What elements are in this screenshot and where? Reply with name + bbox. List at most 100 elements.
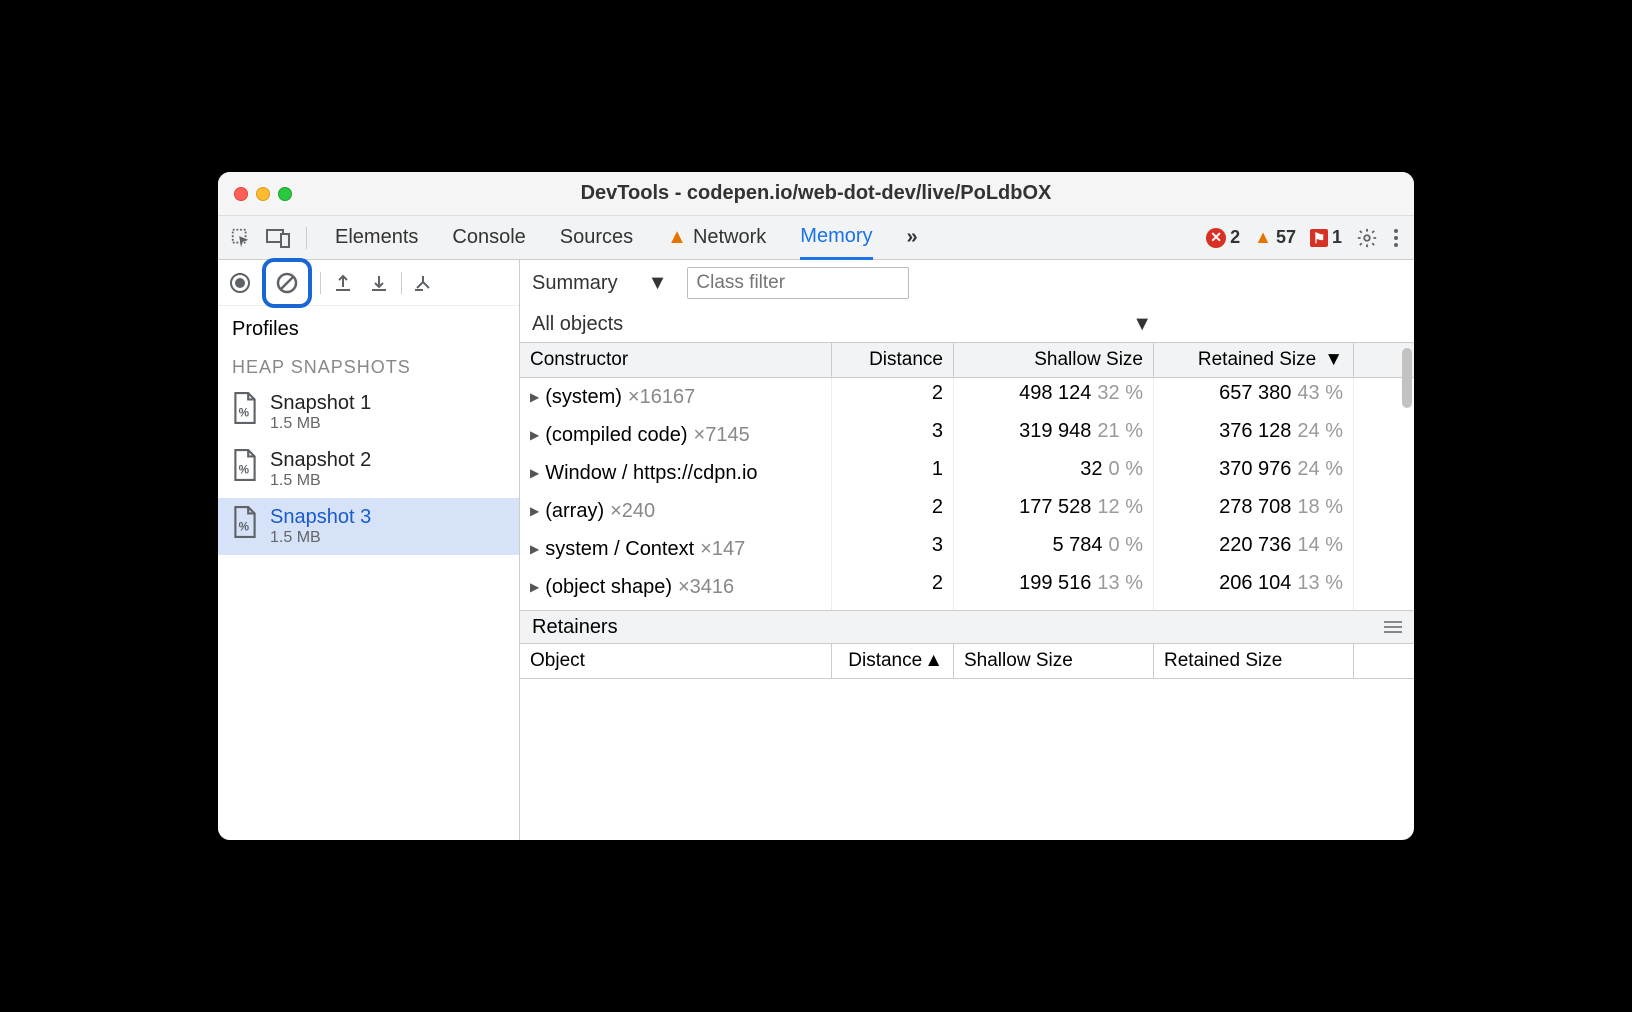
snapshot-item-2[interactable]: % Snapshot 2 1.5 MB [218, 441, 519, 498]
table-row[interactable]: ▶ system / Context ×147 3 5 7840 % 220 7… [520, 530, 1414, 568]
table-row[interactable]: ▶ (system) ×16167 2 498 12432 % 657 3804… [520, 378, 1414, 416]
snapshot-name: Snapshot 2 [270, 449, 371, 472]
error-count[interactable]: ✕ 2 [1206, 227, 1240, 248]
retained-cell: 370 97624 % [1154, 454, 1354, 492]
titlebar: DevTools - codepen.io/web-dot-dev/live/P… [218, 172, 1414, 216]
warning-count[interactable]: ▲ 57 [1254, 227, 1296, 248]
snapshot-item-3[interactable]: % Snapshot 3 1.5 MB [218, 498, 519, 555]
retained-cell: 220 73614 % [1154, 530, 1354, 568]
profiles-label: Profiles [218, 306, 519, 351]
constructor-table-header: Constructor Distance Shallow Size Retain… [520, 342, 1414, 378]
col-distance[interactable]: Distance ▲ [832, 644, 954, 678]
device-toggle-icon[interactable] [266, 228, 292, 248]
tab-network[interactable]: ▲ Network [667, 216, 766, 260]
distance-cell: 2 [832, 492, 954, 530]
col-retained[interactable]: Retained Size ▼ [1154, 343, 1354, 377]
expand-icon[interactable]: ▶ [530, 466, 539, 480]
tab-list: Elements Console Sources ▲ Network Memor… [335, 216, 918, 260]
constructor-name: (system) [545, 386, 622, 409]
sort-desc-icon: ▼ [1324, 349, 1343, 371]
col-shallow[interactable]: Shallow Size [954, 343, 1154, 377]
inspect-icon[interactable] [230, 227, 252, 249]
tab-sources[interactable]: Sources [560, 216, 633, 260]
filter-bar: Summary ▼ [520, 260, 1414, 306]
expand-icon[interactable]: ▶ [530, 428, 539, 442]
distance-cell: 1 [832, 454, 954, 492]
heap-snapshots-label: HEAP SNAPSHOTS [218, 351, 519, 384]
heap-file-icon: % [232, 392, 258, 424]
table-row[interactable]: ▶ (compiled code) ×7145 3 319 94821 % 37… [520, 416, 1414, 454]
count-mult: ×3416 [678, 576, 734, 599]
table-row[interactable]: ▶ (array) ×240 2 177 52812 % 278 70818 % [520, 492, 1414, 530]
snapshot-item-1[interactable]: % Snapshot 1 1.5 MB [218, 384, 519, 441]
expand-icon[interactable]: ▶ [530, 390, 539, 404]
expand-icon[interactable]: ▶ [530, 580, 539, 594]
count-mult: ×147 [700, 538, 745, 561]
heap-view: Summary ▼ All objects ▼ Constructor Dist… [520, 260, 1414, 840]
clear-button-highlighted[interactable] [262, 258, 312, 308]
separator [306, 227, 307, 249]
constructor-name: Window / https://cdpn.io [545, 462, 757, 485]
col-shallow[interactable]: Shallow Size [954, 644, 1154, 678]
svg-text:%: % [239, 407, 250, 420]
retainers-table-header: Object Distance ▲ Shallow Size Retained … [520, 644, 1414, 679]
retained-cell: 376 12824 % [1154, 416, 1354, 454]
separator [320, 272, 321, 294]
constructor-name: (array) [545, 500, 604, 523]
sort-asc-icon: ▲ [924, 650, 943, 672]
class-filter-input[interactable] [687, 267, 909, 299]
devtools-tabbar: Elements Console Sources ▲ Network Memor… [218, 216, 1414, 260]
profiles-sidebar: Profiles HEAP SNAPSHOTS % Snapshot 1 1.5… [218, 260, 520, 840]
shallow-cell: 177 52812 % [954, 492, 1154, 530]
chevron-down-icon: ▼ [648, 272, 668, 295]
chevron-down-icon: ▼ [1132, 313, 1152, 336]
count-mult: ×240 [610, 500, 655, 523]
dots-icon[interactable] [1392, 227, 1400, 249]
all-objects-dropdown[interactable]: All objects ▼ [520, 306, 1414, 342]
tab-more[interactable]: » [907, 216, 918, 260]
menu-icon[interactable] [1384, 620, 1402, 634]
download-icon[interactable] [365, 269, 393, 297]
distance-cell: 2 [832, 378, 954, 416]
scrollbar-thumb[interactable] [1402, 348, 1412, 408]
shallow-cell: 498 12432 % [954, 378, 1154, 416]
table-row[interactable]: ▶ Window / https://cdpn.io 1 320 % 370 9… [520, 454, 1414, 492]
window-title: DevTools - codepen.io/web-dot-dev/live/P… [218, 182, 1414, 205]
expand-icon[interactable]: ▶ [530, 504, 539, 518]
table-row[interactable]: ▶ (object shape) ×3416 2 199 51613 % 206… [520, 568, 1414, 606]
retainers-header[interactable]: Retainers [520, 610, 1414, 644]
retained-cell: 278 70818 % [1154, 492, 1354, 530]
svg-text:%: % [239, 521, 250, 534]
warning-icon: ▲ [1254, 227, 1272, 248]
svg-text:%: % [239, 464, 250, 477]
separator [401, 272, 402, 294]
garbage-collect-icon[interactable] [410, 269, 438, 297]
col-retained[interactable]: Retained Size [1154, 644, 1354, 678]
record-button[interactable] [226, 269, 254, 297]
shallow-cell: 319 94821 % [954, 416, 1154, 454]
tab-elements[interactable]: Elements [335, 216, 418, 260]
tab-memory[interactable]: Memory [800, 216, 872, 260]
summary-dropdown[interactable]: Summary ▼ [532, 272, 667, 295]
upload-icon[interactable] [329, 269, 357, 297]
message-count[interactable]: ⚑ 1 [1310, 227, 1342, 248]
heap-file-icon: % [232, 506, 258, 538]
shallow-cell: 5 7840 % [954, 530, 1154, 568]
devtools-window: DevTools - codepen.io/web-dot-dev/live/P… [218, 172, 1414, 840]
col-object[interactable]: Object [520, 644, 832, 678]
col-constructor[interactable]: Constructor [520, 343, 832, 377]
constructor-table-body[interactable]: ▶ (system) ×16167 2 498 12432 % 657 3804… [520, 378, 1414, 610]
tab-console[interactable]: Console [452, 216, 525, 260]
distance-cell: 2 [832, 568, 954, 606]
constructor-name: (object shape) [545, 576, 672, 599]
shallow-cell: 199 51613 % [954, 568, 1154, 606]
snapshot-size: 1.5 MB [270, 529, 371, 547]
heap-file-icon: % [232, 449, 258, 481]
retainers-body-empty [520, 679, 1414, 840]
expand-icon[interactable]: ▶ [530, 542, 539, 556]
count-mult: ×16167 [628, 386, 695, 409]
distance-cell: 3 [832, 416, 954, 454]
constructor-name: (compiled code) [545, 424, 687, 447]
col-distance[interactable]: Distance [832, 343, 954, 377]
gear-icon[interactable] [1356, 227, 1378, 249]
